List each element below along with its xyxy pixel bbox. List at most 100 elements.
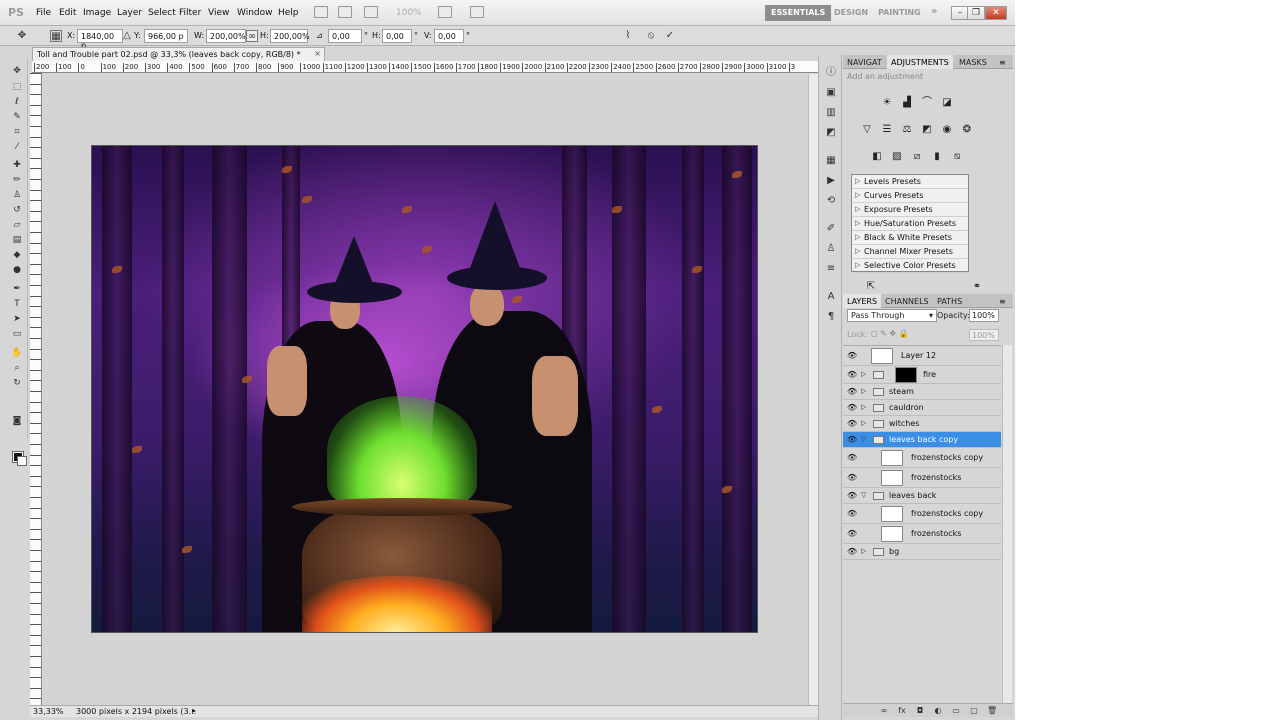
layer-row[interactable]: 👁 ▷ fire xyxy=(843,366,1001,384)
workspace-essentials[interactable]: ESSENTIALS xyxy=(765,5,832,21)
hand-tool-icon[interactable]: ✋ xyxy=(11,348,23,358)
levels-icon[interactable]: ▟ xyxy=(901,97,913,109)
layers-panel-menu-icon[interactable]: ≡ xyxy=(995,294,1010,308)
layer-row[interactable]: 👁 Layer 12 xyxy=(843,346,1001,366)
expand-group-icon[interactable]: ▷ xyxy=(861,370,866,378)
layer-style-icon[interactable]: fx xyxy=(897,706,907,716)
styles-panel-icon[interactable]: ◩ xyxy=(825,127,837,139)
preset-exposure[interactable]: ▷ Exposure Presets xyxy=(852,203,968,217)
transform-tool-icon[interactable]: ✥ xyxy=(16,30,28,42)
layer-row[interactable]: 👁 frozenstocks copy xyxy=(843,504,1001,524)
clip-to-layer-icon[interactable]: ⚭ xyxy=(971,281,983,293)
channel-mixer-icon[interactable]: ❂ xyxy=(961,124,973,136)
preset-levels[interactable]: ▷ Levels Presets xyxy=(852,175,968,189)
blend-mode-select[interactable]: Pass Through ▾ xyxy=(847,309,937,322)
layer-row[interactable]: 👁 ▷ bg xyxy=(843,544,1001,560)
vertical-scrollbar[interactable] xyxy=(808,74,818,705)
layer-row[interactable]: 👁 ▽ leaves back copy xyxy=(843,432,1001,448)
menu-window[interactable]: Window xyxy=(237,8,273,18)
tab-channels[interactable]: CHANNELS xyxy=(881,294,933,308)
history-brush-tool-icon[interactable]: ↺ xyxy=(11,205,23,215)
threshold-icon[interactable]: ⧄ xyxy=(911,151,923,163)
restore-button[interactable]: ❐ xyxy=(967,6,985,20)
preset-curves[interactable]: ▷ Curves Presets xyxy=(852,189,968,203)
brightness-contrast-icon[interactable]: ☀ xyxy=(881,97,893,109)
preset-channel-mixer[interactable]: ▷ Channel Mixer Presets xyxy=(852,245,968,259)
zoom-tool-icon[interactable]: ⌕ xyxy=(11,363,23,373)
visibility-eye-icon[interactable]: 👁 xyxy=(847,403,857,412)
actions-panel-icon[interactable]: ▶ xyxy=(825,175,837,187)
height-scale-field[interactable]: 200,00% xyxy=(270,29,310,43)
visibility-eye-icon[interactable]: 👁 xyxy=(847,473,857,482)
tab-masks[interactable]: MASKS xyxy=(955,55,991,69)
visibility-eye-icon[interactable]: 👁 xyxy=(847,419,857,428)
hue-saturation-icon[interactable]: ☰ xyxy=(881,124,893,136)
history-panel-icon[interactable]: ⟲ xyxy=(825,195,837,207)
type-tool-icon[interactable]: T xyxy=(11,299,23,309)
swatches-panel-icon[interactable]: ▥ xyxy=(825,107,837,119)
crop-tool-icon[interactable]: ⌗ xyxy=(11,127,23,137)
marquee-tool-icon[interactable]: ⬚ xyxy=(11,82,23,92)
gradient-tool-icon[interactable]: ▤ xyxy=(11,235,23,245)
dodge-tool-icon[interactable]: ● xyxy=(11,265,23,275)
cancel-transform-icon[interactable]: ⦸ xyxy=(645,30,657,42)
layer-row[interactable]: 👁 ▷ witches xyxy=(843,416,1001,432)
brush-tool-icon[interactable]: ✏ xyxy=(11,175,23,185)
layer-row[interactable]: 👁 ▽ leaves back xyxy=(843,488,1001,504)
menu-filter[interactable]: Filter xyxy=(179,8,201,18)
posterize-icon[interactable]: ▨ xyxy=(891,151,903,163)
add-mask-icon[interactable]: ◘ xyxy=(915,706,925,716)
clone-source-panel-icon[interactable]: ♙ xyxy=(825,243,837,255)
character-panel-icon[interactable]: A xyxy=(825,291,837,303)
menu-help[interactable]: Help xyxy=(278,8,299,18)
preset-hue-saturation[interactable]: ▷ Hue/Saturation Presets xyxy=(852,217,968,231)
lock-icons[interactable]: ◻ ✎ ✥ 🔒 xyxy=(871,329,909,338)
info-panel-icon[interactable]: ⓘ xyxy=(825,67,837,79)
visibility-eye-icon[interactable]: 👁 xyxy=(847,529,857,538)
menu-image[interactable]: Image xyxy=(83,8,111,18)
clone-stamp-tool-icon[interactable]: ♙ xyxy=(11,190,23,200)
visibility-eye-icon[interactable]: 👁 xyxy=(847,435,857,444)
status-doc-info[interactable]: 3000 pixels x 2194 pixels (3... xyxy=(76,707,196,716)
layer-mask-thumbnail[interactable] xyxy=(895,367,917,383)
visibility-eye-icon[interactable]: 👁 xyxy=(847,453,857,462)
smart-object-thumbnail[interactable] xyxy=(881,470,903,486)
curves-icon[interactable]: ⌒ xyxy=(921,97,933,109)
lasso-tool-icon[interactable]: ℓ xyxy=(11,97,23,107)
document-tab[interactable]: Toll and Trouble part 02.psd @ 33,3% (le… xyxy=(32,47,325,61)
opacity-field[interactable]: 100% xyxy=(969,309,999,322)
visibility-eye-icon[interactable]: 👁 xyxy=(847,491,857,500)
horizontal-ruler[interactable]: 200 100 0 100 200 300 400 500 600 700 800 900 1000 11… xyxy=(32,61,818,73)
status-menu-arrow-icon[interactable]: ▸ xyxy=(192,706,196,715)
tab-navigator[interactable]: NAVIGAT xyxy=(843,55,886,69)
width-scale-field[interactable]: 200,00% xyxy=(206,29,246,43)
commit-transform-icon[interactable]: ✓ xyxy=(664,30,676,42)
rotate-angle-field[interactable]: 0,00 xyxy=(328,29,362,43)
tool-presets-panel-icon[interactable]: ≡ xyxy=(825,263,837,275)
layer-thumbnail[interactable] xyxy=(871,348,893,364)
black-white-icon[interactable]: ◩ xyxy=(921,124,933,136)
menu-select[interactable]: Select xyxy=(148,8,176,18)
launch-minibridge-icon[interactable] xyxy=(338,6,352,18)
canvas-artwork[interactable] xyxy=(91,145,758,633)
more-workspaces-icon[interactable]: » xyxy=(925,3,943,19)
launch-bridge-icon[interactable] xyxy=(314,6,328,18)
tab-paths[interactable]: PATHS xyxy=(933,294,966,308)
move-tool-icon[interactable]: ✥ xyxy=(11,66,23,76)
path-selection-tool-icon[interactable]: ➤ xyxy=(11,314,23,324)
new-group-icon[interactable]: ▭ xyxy=(951,706,961,716)
new-adjustment-icon[interactable]: ◐ xyxy=(933,706,943,716)
vibrance-icon[interactable]: ▽ xyxy=(861,124,873,136)
tab-adjustments[interactable]: ADJUSTMENTS xyxy=(887,55,953,69)
quick-mask-icon[interactable]: ◙ xyxy=(11,416,23,426)
panel-menu-icon[interactable]: ≡ xyxy=(995,55,1010,69)
new-layer-icon[interactable]: ▢ xyxy=(969,706,979,716)
layers-scrollbar[interactable] xyxy=(1002,345,1012,705)
v-skew-field[interactable]: 0,00 xyxy=(434,29,464,43)
h-skew-field[interactable]: 0,00 xyxy=(382,29,412,43)
status-zoom[interactable]: 33,33% xyxy=(33,707,64,716)
layer-row[interactable]: 👁 ▷ steam xyxy=(843,384,1001,400)
warp-mode-icon[interactable]: ⌇ xyxy=(622,30,634,42)
expand-group-icon[interactable]: ▷ xyxy=(861,403,866,411)
pen-tool-icon[interactable]: ✒ xyxy=(11,284,23,294)
